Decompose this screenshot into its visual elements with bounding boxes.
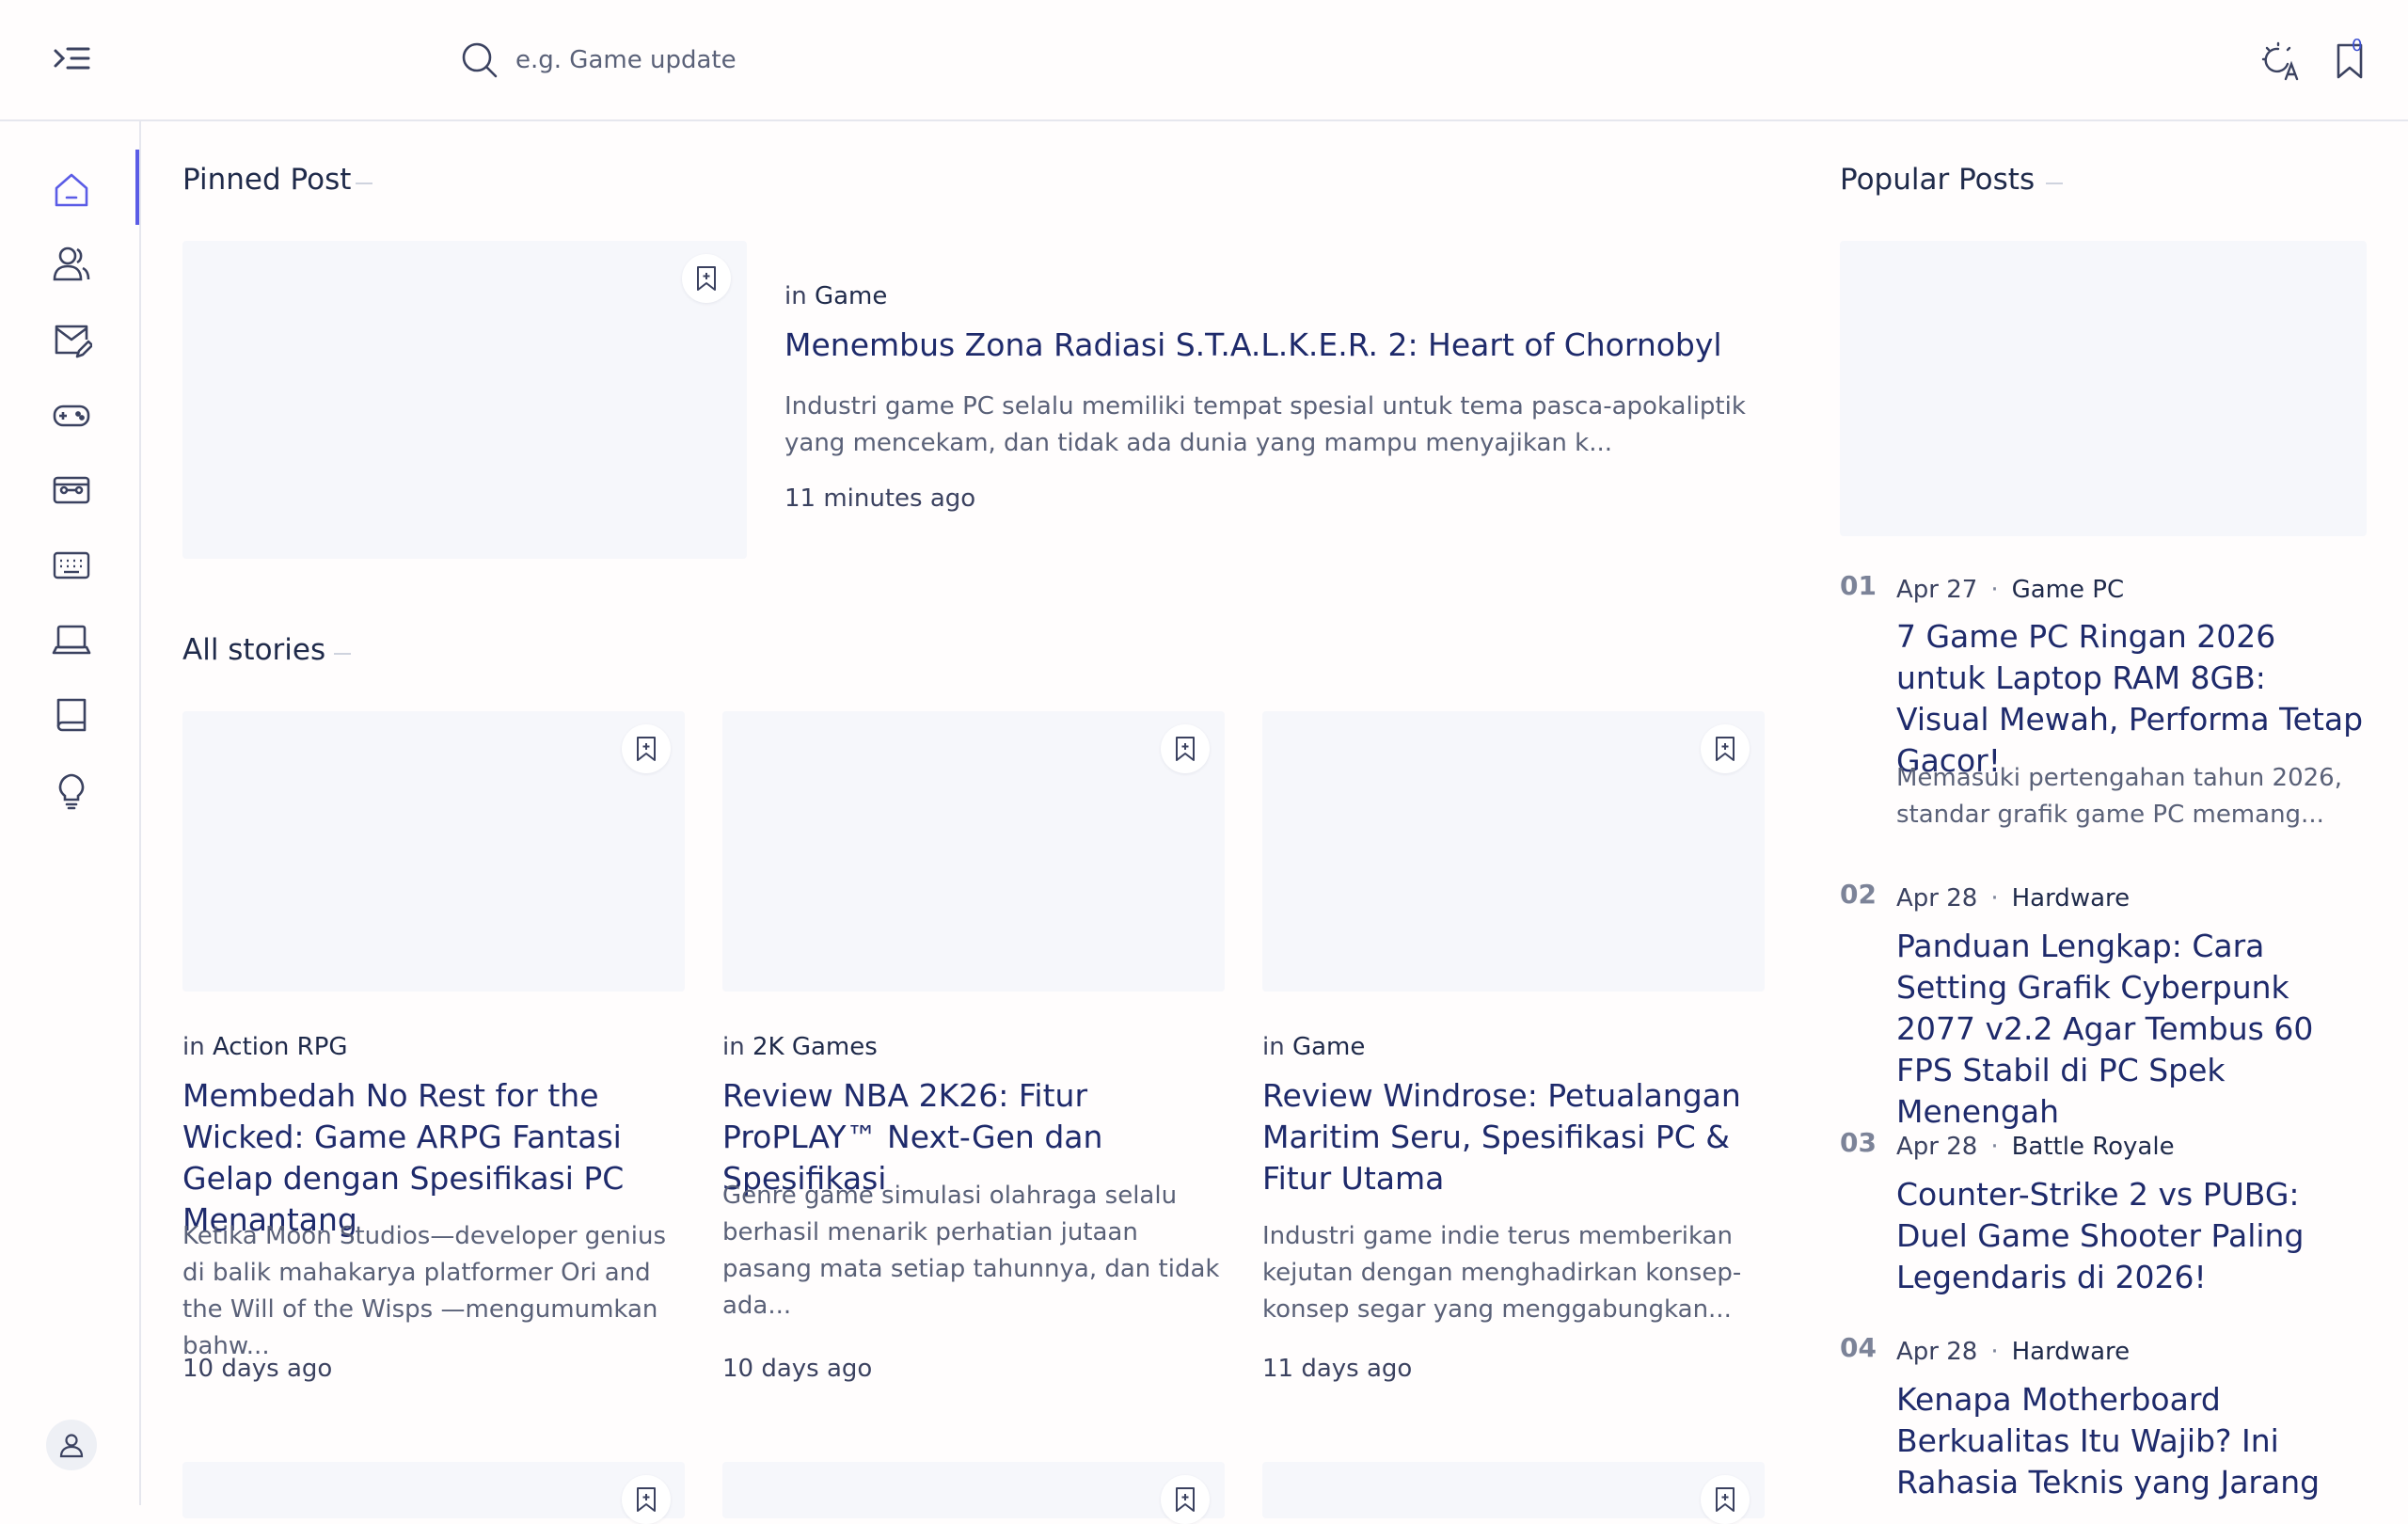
in-label: in <box>722 1033 745 1061</box>
meta-separator: · <box>1990 1133 1999 1161</box>
sidebar-active-indicator <box>135 150 139 225</box>
popular-post-title[interactable]: Panduan Lengkap: Cara Setting Grafik Cyb… <box>1896 926 2367 1133</box>
popular-rank: 04 <box>1840 1332 1877 1363</box>
section-divider <box>334 653 351 655</box>
story-card-image[interactable] <box>722 1462 1225 1518</box>
story-card-category[interactable]: 2K Games <box>752 1033 878 1061</box>
add-bookmark-button[interactable] <box>622 724 671 773</box>
story-card-time: 11 days ago <box>1262 1355 1413 1383</box>
users-icon[interactable] <box>51 244 92 285</box>
story-card-title[interactable]: Membedah No Rest for the Wicked: Game AR… <box>182 1075 690 1241</box>
add-bookmark-button[interactable] <box>1701 724 1750 773</box>
search-input[interactable] <box>515 38 1174 83</box>
story-card-image[interactable] <box>182 1462 685 1518</box>
story-card-meta: in Action RPG <box>182 1033 348 1061</box>
pinned-post-category[interactable]: Game <box>815 282 887 310</box>
popular-post-image[interactable] <box>1840 241 2367 536</box>
popular-post-title[interactable]: 7 Game PC Ringan 2026 untuk Laptop RAM 8… <box>1896 616 2367 782</box>
story-card-meta: in 2K Games <box>722 1033 878 1061</box>
story-card-image[interactable] <box>722 711 1225 992</box>
pinned-post-meta: in Game <box>784 282 887 310</box>
theme-toggle-icon[interactable] <box>2261 41 2301 81</box>
story-card-image[interactable] <box>182 711 685 992</box>
laptop-icon[interactable] <box>51 619 92 660</box>
meta-separator: · <box>1990 1338 1999 1366</box>
pinned-post-time: 11 minutes ago <box>784 484 976 513</box>
lightbulb-icon[interactable] <box>51 770 92 811</box>
story-card-excerpt: Industri game indie terus memberikan kej… <box>1262 1222 1742 1324</box>
home-icon[interactable] <box>51 169 92 211</box>
user-avatar-icon[interactable] <box>46 1420 97 1470</box>
section-divider <box>2046 183 2063 184</box>
popular-post-category[interactable]: Hardware <box>2012 1338 2131 1366</box>
popular-post-meta: Apr 28 · Hardware <box>1896 1338 2130 1366</box>
all-stories-section-title: All stories <box>182 633 326 667</box>
popular-post-date: Apr 27 <box>1896 576 1978 604</box>
popular-post-excerpt: Memasuki pertengahan tahun 2026, standar… <box>1896 764 2342 829</box>
book-icon[interactable] <box>51 694 92 736</box>
pinned-post-title[interactable]: Menembus Zona Radiasi S.T.A.L.K.E.R. 2: … <box>784 325 1763 366</box>
in-label: in <box>1262 1033 1285 1061</box>
mail-edit-icon[interactable] <box>51 319 94 360</box>
popular-rank: 03 <box>1840 1127 1877 1158</box>
in-label: in <box>784 282 807 310</box>
meta-separator: · <box>1990 884 1999 913</box>
add-bookmark-button[interactable] <box>1161 724 1210 773</box>
in-label: in <box>182 1033 205 1061</box>
popular-post-meta: Apr 28 · Hardware <box>1896 884 2130 913</box>
popular-post-category[interactable]: Battle Royale <box>2012 1133 2175 1161</box>
top-bar: 0 <box>0 0 2408 121</box>
popular-post-date: Apr 28 <box>1896 884 1978 913</box>
story-card-category[interactable]: Action RPG <box>213 1033 348 1061</box>
add-bookmark-button[interactable] <box>622 1475 671 1524</box>
story-card-meta: in Game <box>1262 1033 1365 1061</box>
popular-post-date: Apr 28 <box>1896 1133 1978 1161</box>
ticket-icon[interactable] <box>51 469 92 511</box>
add-bookmark-button[interactable] <box>1701 1475 1750 1524</box>
popular-post-category[interactable]: Hardware <box>2012 884 2131 913</box>
search-icon[interactable] <box>461 41 499 79</box>
popular-section-title: Popular Posts <box>1840 163 2036 197</box>
popular-post-title[interactable]: Counter-Strike 2 vs PUBG: Duel Game Shoo… <box>1896 1174 2367 1298</box>
add-bookmark-button[interactable] <box>682 254 731 303</box>
story-card-image[interactable] <box>1262 1462 1765 1518</box>
popular-post-date: Apr 28 <box>1896 1338 1978 1366</box>
pinned-section-title: Pinned Post <box>182 163 352 197</box>
pinned-post-excerpt: Industri game PC selalu memiliki tempat … <box>784 392 1746 457</box>
popular-rank: 02 <box>1840 879 1877 910</box>
story-card-image[interactable] <box>1262 711 1765 992</box>
popular-post-category[interactable]: Game PC <box>2012 576 2125 604</box>
story-card-title[interactable]: Review Windrose: Petualangan Maritim Ser… <box>1262 1075 1770 1199</box>
menu-toggle-icon[interactable] <box>53 43 90 77</box>
meta-separator: · <box>1990 576 1999 604</box>
gamepad-icon[interactable] <box>51 395 92 437</box>
section-divider <box>356 183 372 184</box>
add-bookmark-button[interactable] <box>1161 1475 1210 1524</box>
popular-post-meta: Apr 27 · Game PC <box>1896 576 2124 604</box>
bookmark-count-badge: 0 <box>2352 36 2363 56</box>
popular-post-title[interactable]: Kenapa Motherboard Berkualitas Itu Wajib… <box>1896 1379 2367 1505</box>
pinned-post-image[interactable] <box>182 241 747 559</box>
keyboard-icon[interactable] <box>51 545 92 586</box>
story-card-time: 10 days ago <box>182 1355 333 1383</box>
story-card-category[interactable]: Game <box>1292 1033 1365 1061</box>
popular-post-meta: Apr 28 · Battle Royale <box>1896 1133 2175 1161</box>
story-card-excerpt: Ketika Moon Studios—developer genius di … <box>182 1222 667 1360</box>
popular-rank: 01 <box>1840 570 1877 601</box>
story-card-excerpt: Genre game simulasi olahraga selalu berh… <box>722 1182 1220 1320</box>
story-card-time: 10 days ago <box>722 1355 873 1383</box>
